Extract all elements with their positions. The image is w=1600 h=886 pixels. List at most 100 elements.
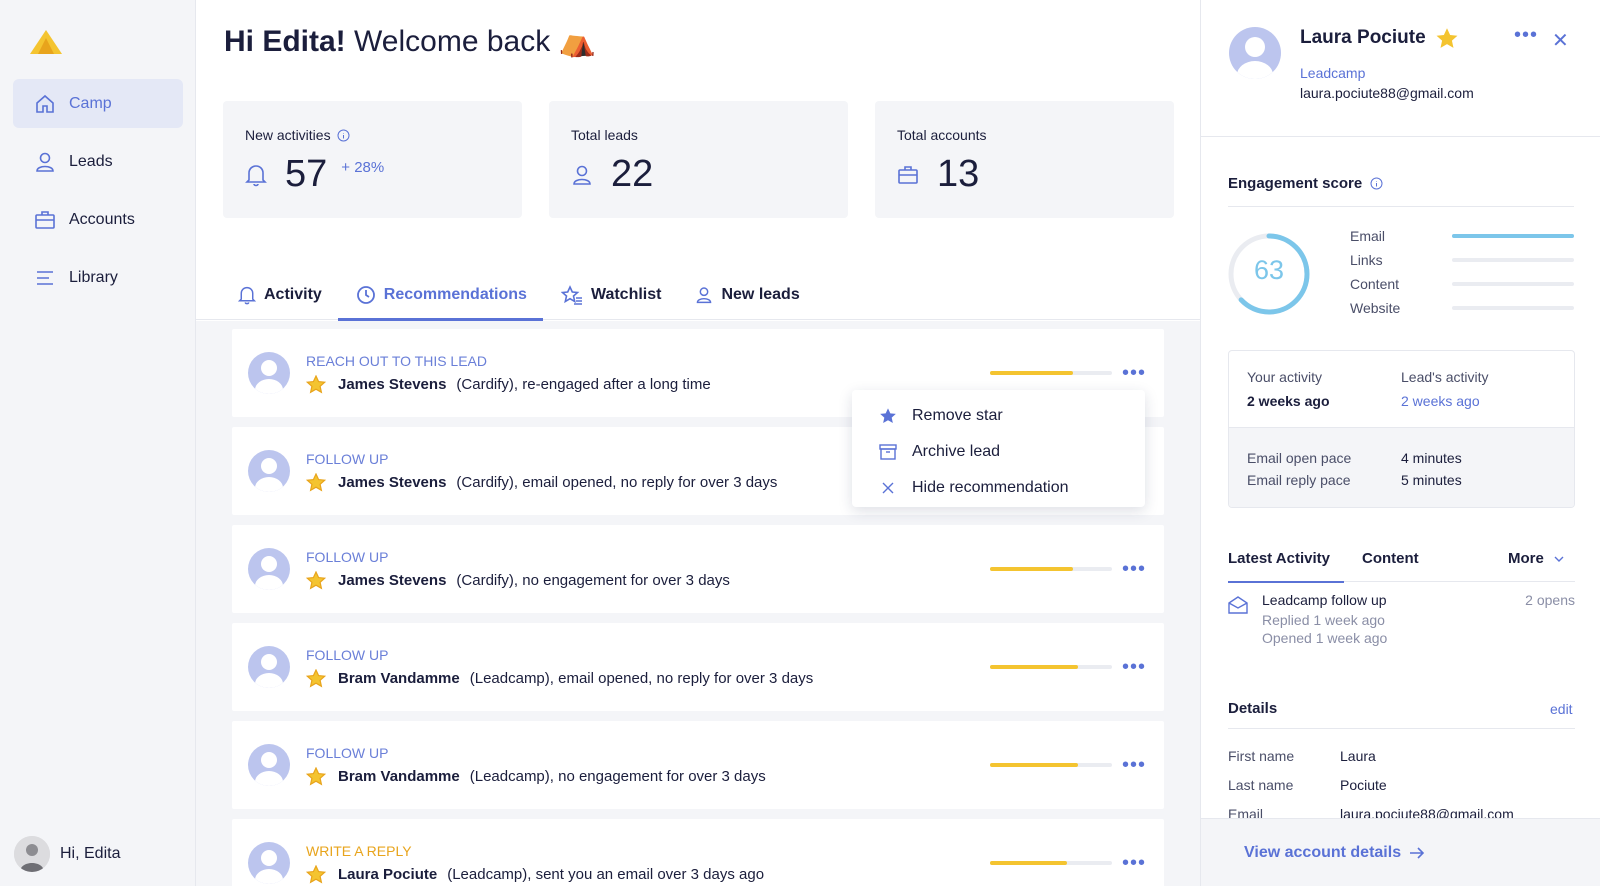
main-nav: Camp Leads Accounts Library bbox=[13, 79, 183, 311]
detail-row: Last name Pociute bbox=[1228, 777, 1387, 793]
user-icon bbox=[695, 285, 713, 305]
hide-recommendation-menu-item[interactable]: Hide recommendation bbox=[852, 470, 1145, 506]
more-dropdown[interactable]: More bbox=[1508, 550, 1564, 567]
company-link[interactable]: Leadcamp bbox=[1300, 65, 1365, 81]
engagement-row: Links bbox=[1350, 248, 1574, 272]
sidebar-item-label: Leads bbox=[69, 152, 113, 170]
panel-tabs: Latest Activity Content More bbox=[1228, 540, 1575, 583]
engagement-breakdown: Email Links Content Website bbox=[1350, 224, 1574, 320]
archive-lead-menu-item[interactable]: Archive lead bbox=[852, 434, 1145, 470]
star-icon[interactable] bbox=[306, 570, 326, 590]
sidebar-item-library[interactable]: Library bbox=[13, 253, 183, 302]
more-options-icon[interactable]: ••• bbox=[1514, 24, 1538, 47]
reply-pace-value: 5 minutes bbox=[1401, 472, 1462, 488]
engagement-bar bbox=[990, 371, 1112, 375]
recommendation-kind: FOLLOW UP bbox=[306, 646, 389, 663]
envelope-open-icon bbox=[1228, 592, 1262, 646]
stat-value: 57 bbox=[285, 153, 328, 195]
edit-details-link[interactable]: edit bbox=[1550, 701, 1573, 717]
lead-activity-value[interactable]: 2 weeks ago bbox=[1401, 393, 1555, 409]
tab-activity[interactable]: Activity bbox=[236, 270, 324, 320]
recommendation-desc: (Cardify), re-engaged after a long time bbox=[456, 375, 711, 393]
lead-name[interactable]: Bram Vandamme bbox=[338, 768, 460, 785]
lead-name[interactable]: James Stevens bbox=[338, 376, 446, 393]
sidebar-item-leads[interactable]: Leads bbox=[13, 137, 183, 186]
star-icon[interactable] bbox=[306, 374, 326, 394]
more-options-icon[interactable]: ••• bbox=[1122, 656, 1146, 679]
library-icon bbox=[33, 266, 57, 290]
page-title: Hi Edita! Welcome back ⛺ bbox=[224, 24, 596, 59]
sidebar-item-label: Library bbox=[69, 268, 118, 286]
section-title: Engagement score bbox=[1228, 175, 1363, 192]
info-icon[interactable] bbox=[337, 129, 350, 142]
star-icon[interactable] bbox=[306, 668, 326, 688]
footer-link-label: View account details bbox=[1244, 843, 1402, 861]
lead-name[interactable]: James Stevens bbox=[338, 572, 446, 589]
tab-label: Watchlist bbox=[590, 286, 662, 303]
user-icon bbox=[33, 150, 57, 174]
lead-name[interactable]: James Stevens bbox=[338, 474, 446, 491]
recommendation-card[interactable]: FOLLOW UP James Stevens (Cardify), no en… bbox=[232, 525, 1164, 613]
star-icon[interactable] bbox=[306, 472, 326, 492]
activity-opened: Opened 1 week ago bbox=[1262, 630, 1388, 646]
stats-row: New activities 57 + 28% Total leads 22 T… bbox=[223, 101, 1174, 218]
sidebar-item-camp[interactable]: Camp bbox=[13, 79, 183, 128]
greeting-name: Hi Edita! bbox=[224, 25, 346, 58]
tab-label: Recommendations bbox=[383, 286, 527, 303]
sidebar-item-accounts[interactable]: Accounts bbox=[13, 195, 183, 244]
more-options-icon[interactable]: ••• bbox=[1122, 558, 1146, 581]
star-icon[interactable] bbox=[306, 864, 326, 884]
main-content: Hi Edita! Welcome back ⛺ New activities … bbox=[196, 0, 1200, 886]
greeting-subtitle: Welcome back bbox=[354, 25, 551, 58]
recommendation-card[interactable]: FOLLOW UP Bram Vandamme (Leadcamp), no e… bbox=[232, 721, 1164, 809]
avatar bbox=[248, 450, 290, 492]
more-options-icon[interactable]: ••• bbox=[1122, 362, 1146, 385]
close-icon[interactable]: ✕ bbox=[1552, 28, 1569, 53]
stat-total-leads: Total leads 22 bbox=[549, 101, 848, 218]
recommendation-desc: (Leadcamp), email opened, no reply for o… bbox=[469, 669, 814, 687]
star-icon[interactable] bbox=[306, 766, 326, 786]
lead-activity-label: Lead's activity bbox=[1401, 369, 1489, 385]
view-account-details-button[interactable]: View account details bbox=[1201, 818, 1600, 886]
tab-watchlist[interactable]: Watchlist bbox=[559, 270, 664, 320]
recommendation-desc: (Cardify), email opened, no reply for ov… bbox=[456, 473, 778, 491]
recommendation-kind: REACH OUT TO THIS LEAD bbox=[306, 352, 488, 369]
tent-emoji-icon: ⛺ bbox=[558, 25, 596, 58]
star-icon[interactable] bbox=[1435, 27, 1459, 50]
info-icon[interactable] bbox=[1370, 177, 1383, 190]
avatar bbox=[248, 842, 290, 884]
lead-name[interactable]: Laura Pociute bbox=[338, 866, 437, 883]
tab-new-leads[interactable]: New leads bbox=[693, 270, 801, 320]
leadcamp-logo-icon[interactable] bbox=[28, 28, 64, 56]
recommendation-card[interactable]: FOLLOW UP Bram Vandamme (Leadcamp), emai… bbox=[232, 623, 1164, 711]
home-icon bbox=[33, 92, 57, 116]
clock-icon bbox=[356, 285, 376, 305]
activity-summary: Your activity 2 weeks ago Lead's activit… bbox=[1228, 350, 1575, 508]
tab-label: New leads bbox=[721, 286, 800, 303]
engagement-bar bbox=[990, 665, 1112, 669]
tab-recommendations[interactable]: Recommendations bbox=[337, 270, 544, 321]
user-menu[interactable]: Hi, Edita bbox=[14, 836, 120, 872]
stat-label: New activities bbox=[245, 127, 331, 143]
engagement-row: Website bbox=[1350, 296, 1574, 320]
recommendation-card[interactable]: WRITE A REPLY Laura Pociute (Leadcamp), … bbox=[232, 819, 1164, 886]
activity-item[interactable]: Leadcamp follow up Replied 1 week ago Op… bbox=[1228, 592, 1575, 646]
avatar bbox=[248, 352, 290, 394]
engagement-bar bbox=[990, 861, 1112, 865]
chevron-down-icon bbox=[1554, 556, 1564, 562]
tab-content[interactable]: Content bbox=[1362, 550, 1419, 567]
more-options-icon[interactable]: ••• bbox=[1122, 754, 1146, 777]
remove-star-menu-item[interactable]: Remove star bbox=[852, 398, 1145, 434]
recommendation-desc: (Leadcamp), sent you an email over 3 day… bbox=[447, 865, 765, 883]
reply-pace-label: Email reply pace bbox=[1247, 472, 1351, 488]
sidebar-item-label: Camp bbox=[69, 94, 112, 112]
engagement-title: Engagement score bbox=[1228, 175, 1383, 192]
panel-header: Laura Pociute ••• ✕ Leadcamp laura.pociu… bbox=[1201, 0, 1600, 137]
details-title: Details bbox=[1228, 700, 1278, 717]
lead-name[interactable]: Bram Vandamme bbox=[338, 670, 460, 687]
stat-new-activities: New activities 57 + 28% bbox=[223, 101, 522, 218]
more-label: More bbox=[1508, 550, 1544, 567]
latest-activity-list: Leadcamp follow up Replied 1 week ago Op… bbox=[1228, 592, 1575, 646]
more-options-icon[interactable]: ••• bbox=[1122, 852, 1146, 875]
tab-latest-activity[interactable]: Latest Activity bbox=[1228, 550, 1344, 583]
